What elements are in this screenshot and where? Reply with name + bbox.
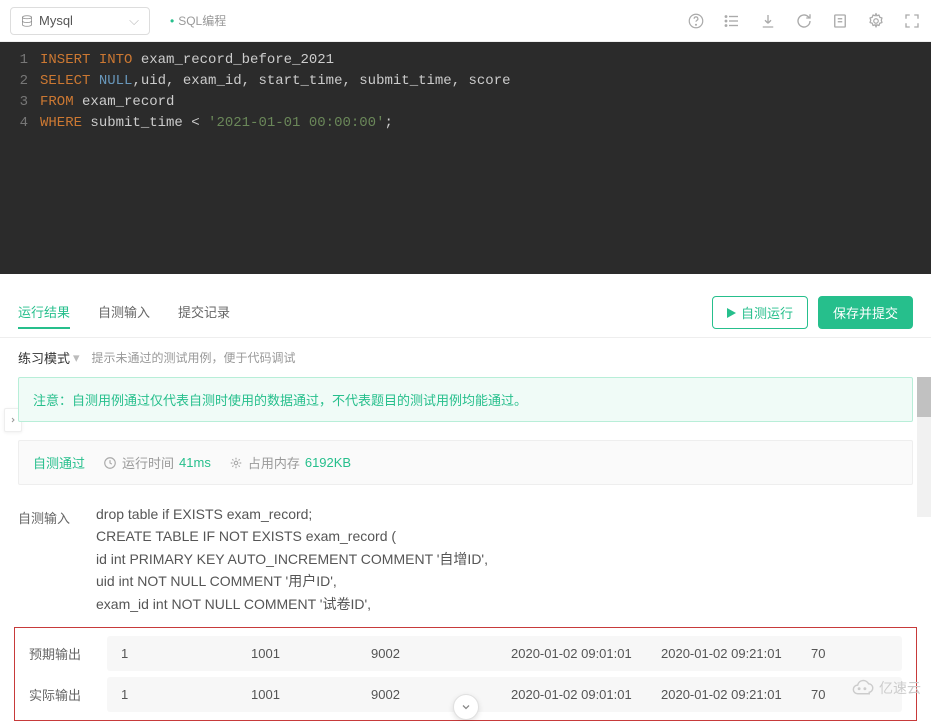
expected-label: 预期输出 xyxy=(29,644,89,663)
memory-icon xyxy=(229,456,243,470)
mode-select[interactable]: 练习模式 ▾ xyxy=(18,348,80,367)
memory-value: 6192KB xyxy=(305,455,351,470)
code-editor[interactable]: 1INSERT INTO exam_record_before_20212SEL… xyxy=(0,42,931,274)
caret-down-icon: ▾ xyxy=(73,350,80,366)
watermark: 亿速云 xyxy=(849,678,921,698)
refresh-icon[interactable] xyxy=(795,12,813,30)
result-toolbar: 运行结果自测输入提交记录 自测运行 保存并提交 xyxy=(0,288,931,338)
submit-label: 保存并提交 xyxy=(833,303,898,322)
runtime-stat: 运行时间 41ms xyxy=(103,453,211,472)
result-tabs: 运行结果自测输入提交记录 xyxy=(18,296,230,329)
action-buttons: 自测运行 保存并提交 xyxy=(712,296,913,329)
tab-运行结果[interactable]: 运行结果 xyxy=(18,296,70,329)
actual-label: 实际输出 xyxy=(29,685,89,704)
cloud-icon xyxy=(849,679,875,697)
toolbar: Mysql ⌵ SQL编程 xyxy=(0,0,931,42)
self-test-input-body[interactable]: drop table if EXISTS exam_record;CREATE … xyxy=(96,503,913,615)
self-test-input-label: 自测输入 xyxy=(18,503,78,615)
expected-output: 1100190022020-01-02 09:01:012020-01-02 0… xyxy=(107,636,902,671)
scrollbar-thumb[interactable] xyxy=(917,377,931,417)
db-select[interactable]: Mysql ⌵ xyxy=(10,7,150,35)
memory-stat: 占用内存 6192KB xyxy=(229,453,351,472)
status-pass: 自测通过 xyxy=(33,453,85,472)
collapse-toggle[interactable] xyxy=(453,694,479,720)
mode-hint: 提示未通过的测试用例，便于代码调试 xyxy=(92,349,296,366)
run-button[interactable]: 自测运行 xyxy=(712,296,808,329)
memory-label: 占用内存 xyxy=(248,453,300,472)
toolbar-left: Mysql ⌵ SQL编程 xyxy=(10,7,226,35)
content-area: 注意：自测用例通过仅代表自测时使用的数据通过，不代表题目的测试用例均能通过。 自… xyxy=(0,377,931,615)
database-icon xyxy=(21,15,33,27)
scrollbar[interactable] xyxy=(917,377,931,517)
tab-自测输入[interactable]: 自测输入 xyxy=(98,296,150,329)
expected-output-row: 预期输出 1100190022020-01-02 09:01:012020-01… xyxy=(29,636,902,671)
status-bar: 自测通过 运行时间 41ms 占用内存 6192KB xyxy=(18,440,913,485)
notice-banner: 注意：自测用例通过仅代表自测时使用的数据通过，不代表题目的测试用例均能通过。 xyxy=(18,377,913,422)
chevron-down-icon: ⌵ xyxy=(129,13,139,29)
mode-label-text: 练习模式 xyxy=(18,348,70,367)
mode-row: 练习模式 ▾ 提示未通过的测试用例，便于代码调试 xyxy=(0,338,931,377)
note-icon[interactable] xyxy=(831,12,849,30)
self-test-input: 自测输入 drop table if EXISTS exam_record;CR… xyxy=(18,503,913,615)
submit-button[interactable]: 保存并提交 xyxy=(818,296,913,329)
clock-icon xyxy=(103,456,117,470)
runtime-label: 运行时间 xyxy=(122,453,174,472)
runtime-value: 41ms xyxy=(179,455,211,470)
help-icon[interactable] xyxy=(687,12,705,30)
tab-提交记录[interactable]: 提交记录 xyxy=(178,296,230,329)
fullscreen-icon[interactable] xyxy=(903,12,921,30)
play-icon xyxy=(727,308,736,318)
list-icon[interactable] xyxy=(723,12,741,30)
download-icon[interactable] xyxy=(759,12,777,30)
sql-tag: SQL编程 xyxy=(170,12,226,29)
settings-icon[interactable] xyxy=(867,12,885,30)
watermark-text: 亿速云 xyxy=(879,678,921,698)
toolbar-right xyxy=(687,12,921,30)
run-label: 自测运行 xyxy=(741,303,793,322)
db-name: Mysql xyxy=(39,13,123,28)
actual-output: 1100190022020-01-02 09:01:012020-01-02 0… xyxy=(107,677,902,712)
